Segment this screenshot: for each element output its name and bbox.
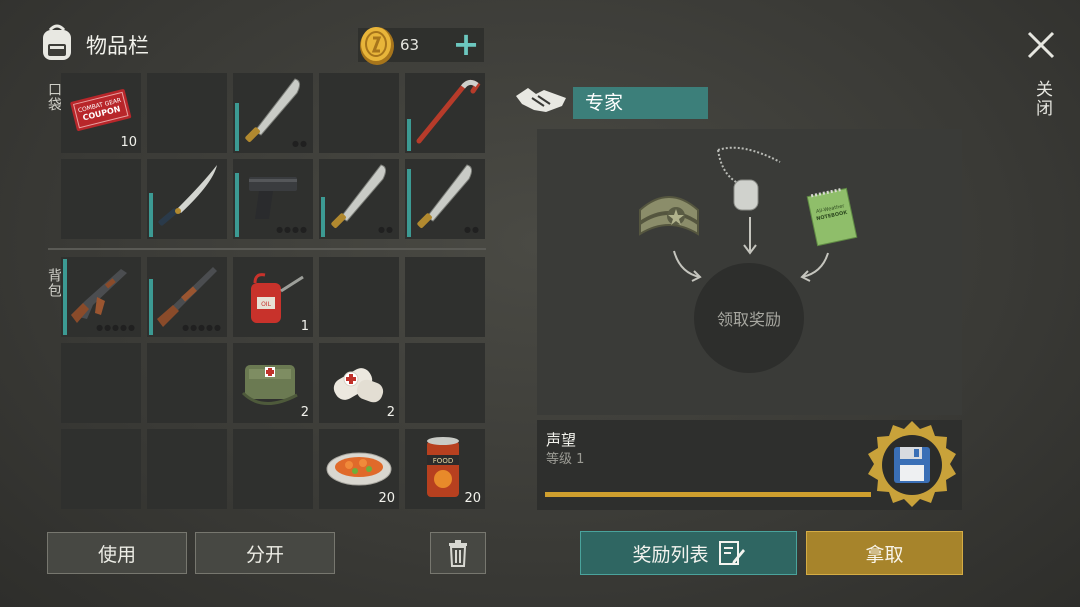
backpack-slot-empty[interactable] [61,429,141,509]
backpack-slot-first-aid-bag[interactable]: 2 [233,343,313,423]
backpack-slot-oil-can[interactable]: OIL 1 [233,257,313,337]
list-edit-icon [718,541,745,565]
durability-dots: ●● [378,225,394,234]
dog-tag-icon [712,146,786,214]
close-icon[interactable] [1024,28,1058,62]
floppy-disk-reward-icon [866,419,958,511]
pocket-backpack-divider [48,248,486,250]
backpack-slot-bandage[interactable]: 2 [319,343,399,423]
durability-dots: ●●●● [276,225,308,234]
item-count: 2 [300,405,309,420]
split-button[interactable]: 分开 [195,532,335,574]
pocket-slot-crowbar[interactable] [405,73,485,153]
take-button[interactable]: 拿取 [806,531,963,575]
backpack-slot-salad-plate[interactable]: 20 [319,429,399,509]
coin-count: 63 [400,36,420,54]
pocket-slot-pistol[interactable]: ●●●● [233,159,313,239]
pocket-slot-empty[interactable] [61,159,141,239]
claim-reward-label: 领取奖励 [716,310,781,329]
reputation-title: 声望 [546,431,577,449]
pocket-slot-machete[interactable]: ●● [319,159,399,239]
reward-list-label: 奖励列表 [632,543,709,566]
item-count: 20 [378,491,395,506]
oil-can-text: OIL [261,301,271,308]
backpack-slot-shotgun[interactable]: ●●●●● [147,257,227,337]
item-count: 10 [120,135,137,150]
backpack-slot-empty[interactable] [405,343,485,423]
can-text: FOOD [433,457,453,465]
crowbar-icon [416,79,481,144]
backpack-icon [38,22,76,62]
expert-title: 专家 [573,87,708,119]
pocket-slot-coupon[interactable]: COMBAT GEAR COUPON 10 [61,73,141,153]
item-count: 20 [464,491,481,506]
pocket-slot-empty[interactable] [147,73,227,153]
pocket-slot-machete[interactable]: ●● [405,159,485,239]
pocket-slot-katana[interactable] [147,159,227,239]
claim-reward-button[interactable]: 领取奖励 [694,263,804,373]
coin-icon [358,24,396,66]
close-label[interactable]: 关闭 [1030,80,1055,118]
backpack-slot-empty[interactable] [147,343,227,423]
durability-dots: ●●●●● [96,323,136,332]
backpack-slot-canned-food[interactable]: FOOD 20 [405,429,485,509]
inventory-title: 物品栏 [86,34,149,58]
handshake-icon [514,82,568,122]
backpack-slot-empty[interactable] [405,257,485,337]
reward-list-button[interactable]: 奖励列表 [580,531,797,575]
backpack-slot-empty[interactable] [319,257,399,337]
item-count: 2 [386,405,395,420]
backpack-slot-empty[interactable] [233,429,313,509]
use-button[interactable]: 使用 [47,532,187,574]
trash-icon [449,540,467,567]
backpack-slot-empty[interactable] [61,343,141,423]
backpack-slot-empty[interactable] [147,429,227,509]
reputation-level: 等级 1 [546,452,585,467]
durability-dots: ●● [292,139,308,148]
item-count: 1 [300,319,309,334]
trash-button[interactable] [430,532,486,574]
pocket-slot-empty[interactable] [319,73,399,153]
katana-icon [158,165,217,226]
durability-dots: ●● [464,225,480,234]
backpack-slot-ak-rifle[interactable]: ●●●●● [61,257,141,337]
durability-dots: ●●●●● [182,323,222,332]
pocket-slot-machete[interactable]: ●● [233,73,313,153]
reputation-progress-bar [545,492,871,497]
add-coins-button[interactable]: + [452,28,480,62]
